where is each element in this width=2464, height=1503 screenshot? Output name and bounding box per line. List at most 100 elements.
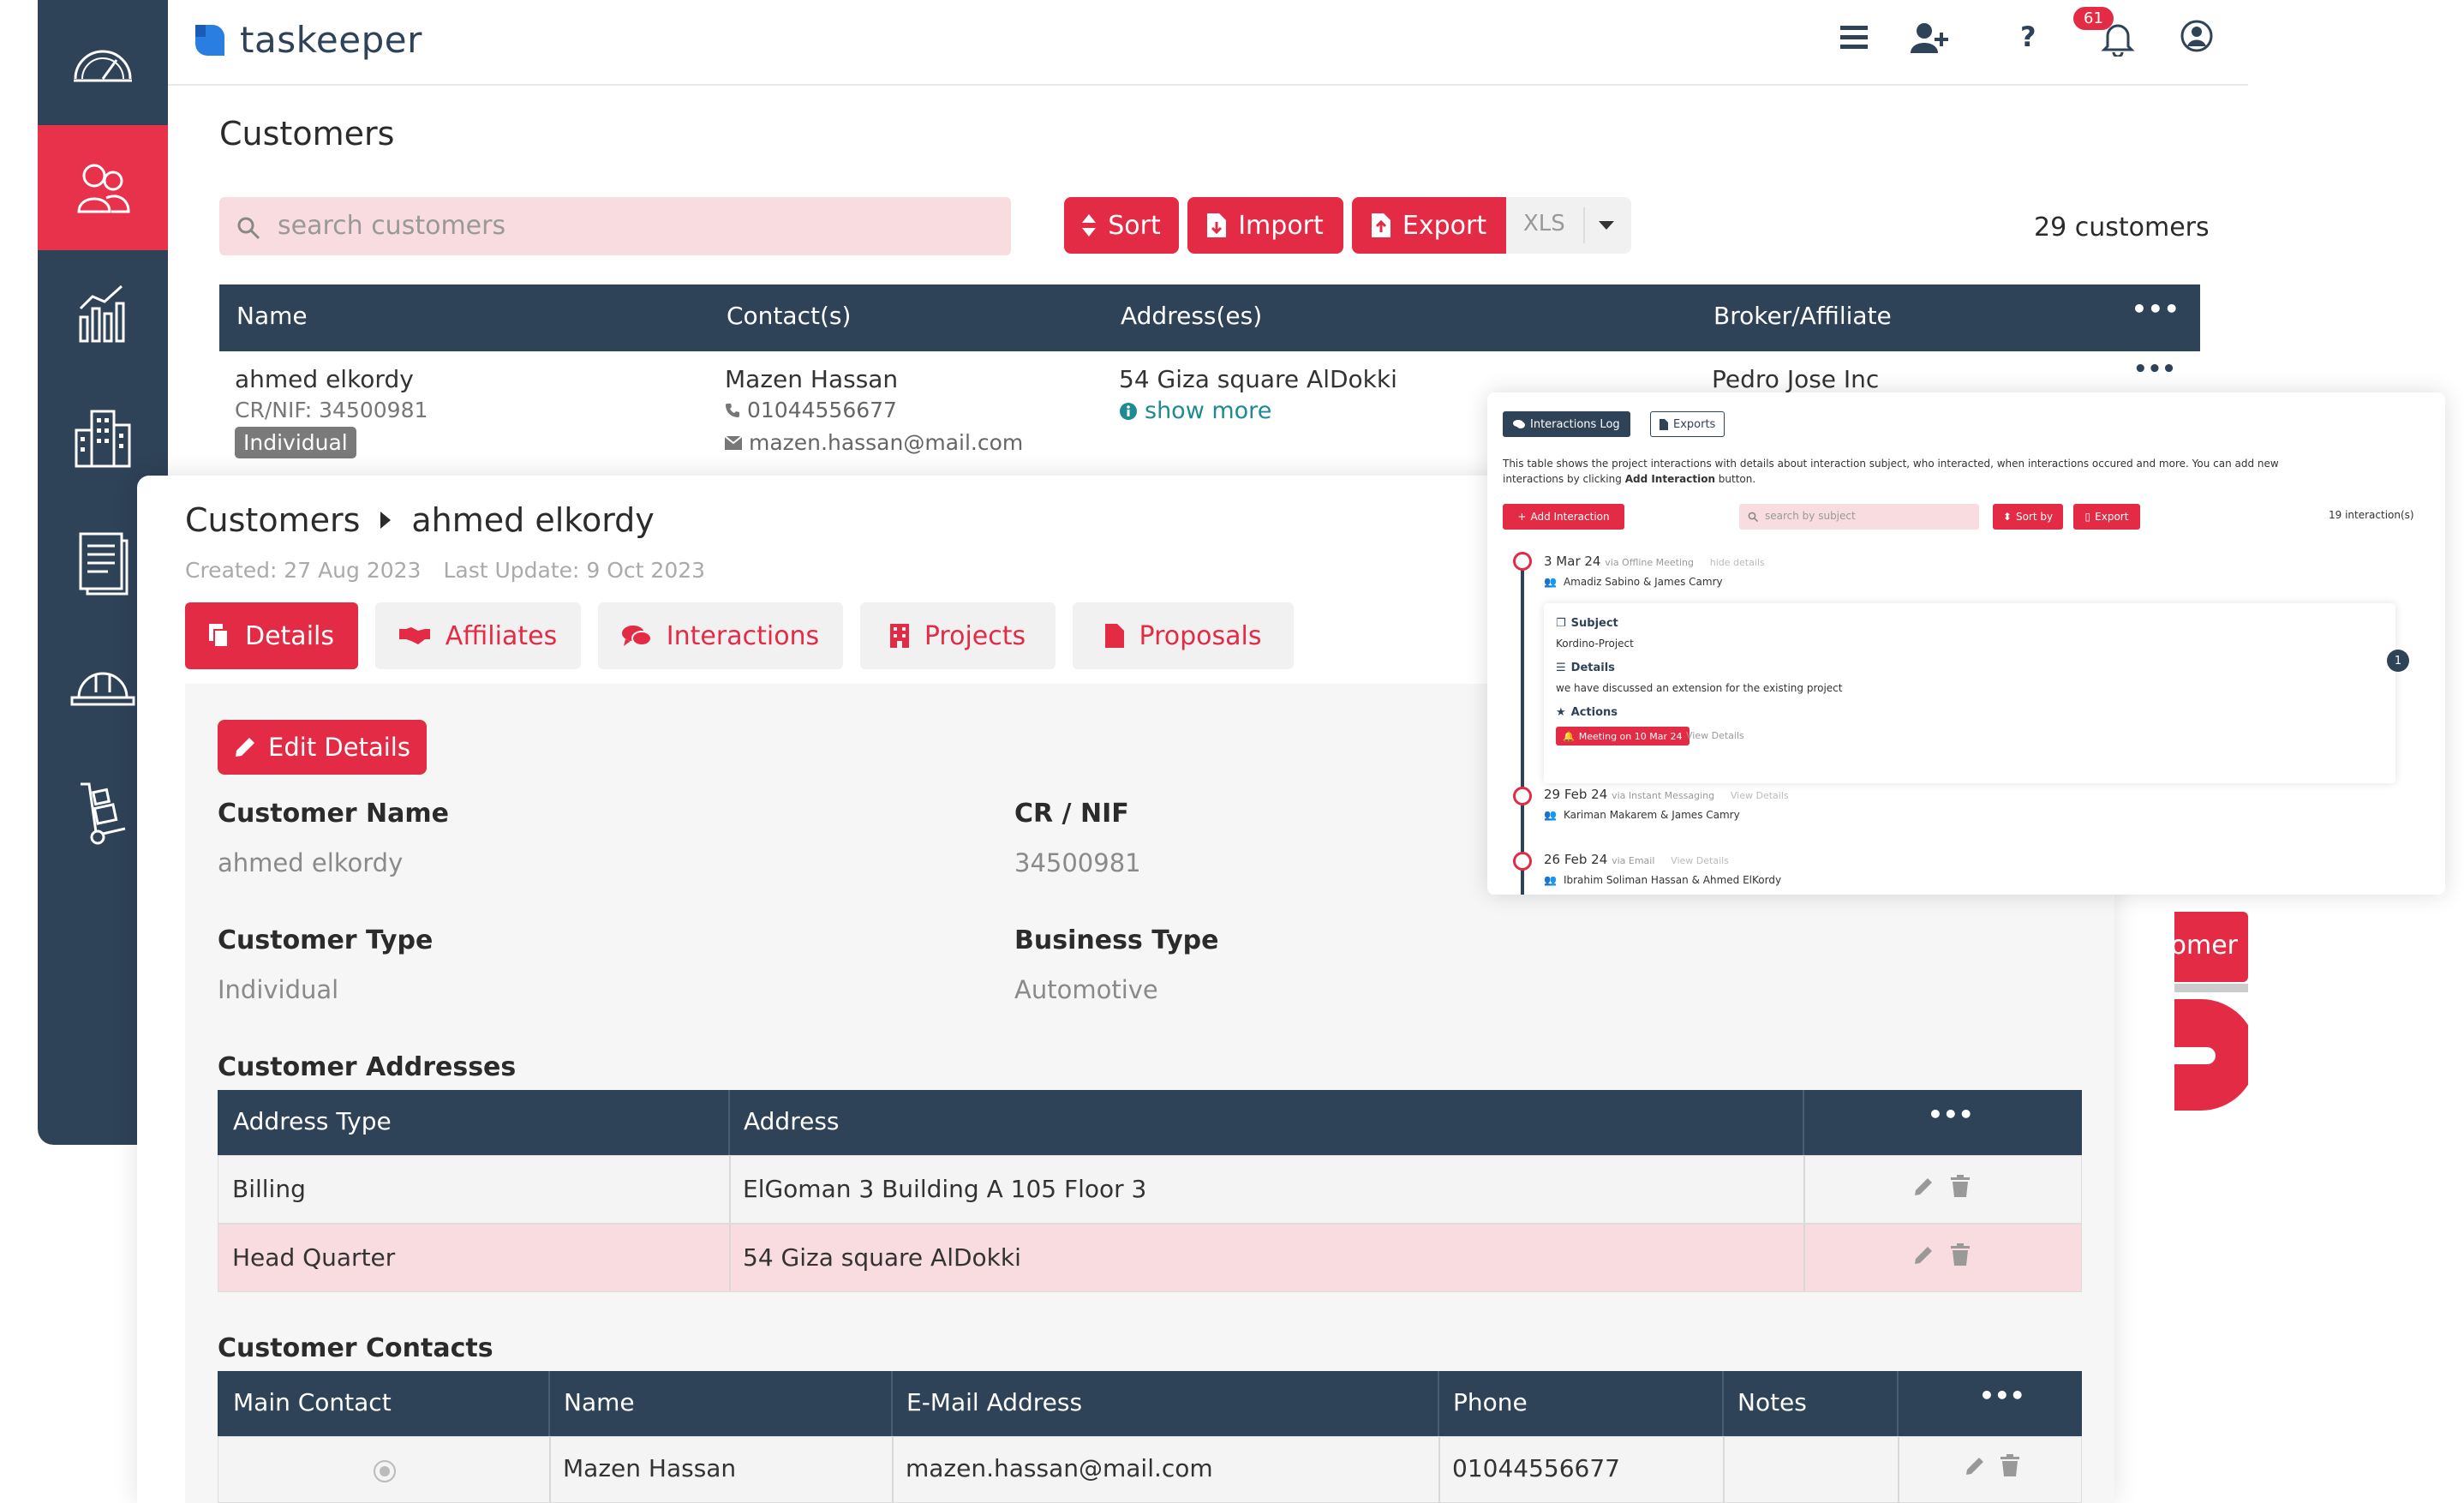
profile-button[interactable] bbox=[2180, 19, 2214, 53]
caret-down-icon bbox=[1599, 221, 1614, 230]
column-header-name[interactable]: Name bbox=[236, 302, 308, 330]
comments-icon bbox=[621, 626, 651, 646]
tab-exports-label: Exports bbox=[1673, 417, 1716, 431]
action-badge[interactable]: 🔔 Meeting on 10 Mar 24 bbox=[1556, 727, 1690, 746]
add-customer-button[interactable]: omer bbox=[2171, 912, 2248, 982]
breadcrumb-current: ahmed elkordy bbox=[411, 501, 655, 539]
customers-icon bbox=[77, 164, 130, 213]
interaction-entry[interactable]: 29 Feb 24 via Instant Messaging View Det… bbox=[1544, 787, 1789, 802]
sort-icon bbox=[1082, 214, 1097, 237]
notification-count-badge: 61 bbox=[2073, 7, 2114, 30]
address-cell: ElGoman 3 Building A 105 Floor 3 bbox=[743, 1175, 1147, 1203]
customer-type-value: Individual bbox=[218, 975, 339, 1004]
search-by-subject-input[interactable]: search by subject bbox=[1739, 504, 1979, 530]
view-details-link[interactable]: View Details bbox=[1671, 855, 1729, 866]
main-contact-radio[interactable] bbox=[373, 1459, 397, 1483]
export-interactions-button[interactable]: ▯ Export bbox=[2073, 504, 2140, 530]
bell-icon: 🔔 bbox=[1563, 730, 1575, 742]
column-header-contacts[interactable]: Contact(s) bbox=[727, 302, 851, 330]
edit-pencil-icon[interactable] bbox=[1913, 1245, 1934, 1266]
customer-cr: CR/NIF: 34500981 bbox=[235, 398, 428, 422]
table-options-icon[interactable]: ••• bbox=[1979, 1381, 2025, 1410]
menu-button[interactable] bbox=[1839, 24, 1869, 51]
customer-name[interactable]: ahmed elkordy bbox=[235, 365, 414, 393]
table-options-icon[interactable]: ••• bbox=[2132, 295, 2180, 323]
users-icon: 👥 bbox=[1544, 874, 1557, 886]
sidebar-item-dashboard[interactable] bbox=[38, 0, 168, 125]
subject-value: Kordino-Project bbox=[1556, 638, 1634, 650]
table-row[interactable]: Head Quarter 54 Giza square AlDokki bbox=[218, 1224, 2082, 1292]
column-header-addresses[interactable]: Address(es) bbox=[1121, 302, 1262, 330]
tab-interactions[interactable]: Interactions bbox=[598, 602, 843, 669]
hide-details-link[interactable]: hide details bbox=[1710, 557, 1765, 568]
edit-details-label: Edit Details bbox=[268, 733, 410, 762]
table-row[interactable]: Billing ElGoman 3 Building A 105 Floor 3 bbox=[218, 1155, 2082, 1224]
timeline-line bbox=[1521, 560, 1524, 895]
copy-files-icon: ❐ bbox=[1556, 617, 1566, 630]
interaction-entry[interactable]: 3 Mar 24 via Offline Meeting hide detail… bbox=[1544, 554, 1765, 569]
sort-by-button[interactable]: ⬍ Sort by bbox=[1993, 504, 2063, 530]
business-type-value: Automotive bbox=[1014, 975, 1158, 1004]
tab-proposals[interactable]: Proposals bbox=[1073, 602, 1294, 669]
interaction-date: 26 Feb 24 bbox=[1544, 852, 1608, 867]
analytics-chart-icon bbox=[79, 284, 125, 343]
sidebar-item-customers[interactable] bbox=[38, 125, 168, 250]
address-type-cell: Billing bbox=[232, 1175, 306, 1203]
table-options-icon[interactable]: ••• bbox=[1928, 1100, 1974, 1129]
tab-exports[interactable]: Exports bbox=[1650, 411, 1725, 437]
table-row[interactable]: Mazen Hassan mazen.hassan@mail.com 01044… bbox=[218, 1436, 2082, 1503]
tab-projects-label: Projects bbox=[924, 620, 1026, 651]
interaction-people: 👥 Ibrahim Soliman Hassan & Ahmed ElKordy bbox=[1544, 874, 1782, 886]
tab-details[interactable]: Details bbox=[185, 602, 358, 669]
interaction-details-card: ❐ Subject Kordino-Project ☰ Details we hav… bbox=[1544, 603, 2395, 783]
export-format-select[interactable]: XLS bbox=[1506, 197, 1631, 254]
edit-pencil-icon[interactable] bbox=[1965, 1456, 1985, 1476]
column-header-contact-name: Name bbox=[564, 1388, 635, 1416]
contact-email-value: mazen.hassan@mail.com bbox=[749, 430, 1024, 455]
delete-trash-icon[interactable] bbox=[2001, 1454, 2019, 1476]
sidebar-item-analytics[interactable] bbox=[38, 250, 168, 375]
column-header-notes: Notes bbox=[1737, 1388, 1807, 1416]
pencil-icon bbox=[236, 738, 255, 757]
interaction-via: via Instant Messaging bbox=[1612, 790, 1715, 801]
show-more-link[interactable]: show more bbox=[1119, 398, 1271, 424]
search-customers-input[interactable]: search customers bbox=[219, 197, 1011, 255]
timeline-dot bbox=[1513, 787, 1532, 805]
tab-affiliates[interactable]: Affiliates bbox=[375, 602, 581, 669]
delete-trash-icon[interactable] bbox=[1951, 1243, 1970, 1266]
buildings-icon bbox=[75, 410, 131, 468]
customer-type-badge: Individual bbox=[235, 427, 356, 458]
add-user-icon bbox=[1911, 23, 1948, 53]
delete-trash-icon[interactable] bbox=[1951, 1175, 1970, 1197]
users-icon: 👥 bbox=[1544, 576, 1557, 588]
export-button[interactable]: Export bbox=[1352, 197, 1506, 254]
edit-details-button[interactable]: Edit Details bbox=[218, 720, 427, 775]
page-indicator-badge[interactable]: 1 bbox=[2387, 650, 2409, 672]
add-user-button[interactable] bbox=[1911, 21, 1950, 55]
import-button[interactable]: Import bbox=[1187, 197, 1343, 254]
interaction-via: via Email bbox=[1612, 855, 1655, 866]
tab-projects[interactable]: Projects bbox=[860, 602, 1056, 669]
edit-pencil-icon[interactable] bbox=[1913, 1177, 1934, 1197]
file-export-icon: ▯ bbox=[2084, 511, 2091, 523]
row-options-icon[interactable]: ••• bbox=[2133, 356, 2176, 382]
hand-truck-icon bbox=[81, 782, 126, 845]
record-dates: Created: 27 Aug 2023 Last Update: 9 Oct … bbox=[185, 558, 705, 583]
column-header-email: E-Mail Address bbox=[906, 1388, 1083, 1416]
view-details-link[interactable]: View Details bbox=[1686, 730, 1744, 741]
interactions-log-window: Interactions Log Exports This table show… bbox=[1487, 392, 2445, 895]
add-interaction-button[interactable]: + Add Interaction bbox=[1503, 504, 1624, 530]
breadcrumb-customers[interactable]: Customers bbox=[185, 501, 360, 539]
brand-logo[interactable]: taskeeper bbox=[190, 19, 422, 61]
help-button[interactable]: ? bbox=[2020, 21, 2036, 53]
column-header-phone: Phone bbox=[1453, 1388, 1528, 1416]
tab-interactions-log[interactable]: Interactions Log bbox=[1503, 411, 1630, 437]
sort-by-label: Sort by bbox=[2015, 511, 2054, 523]
column-header-broker[interactable]: Broker/Affiliate bbox=[1713, 302, 1892, 330]
tab-interactions-log-label: Interactions Log bbox=[1530, 417, 1620, 431]
customer-name-value: ahmed elkordy bbox=[218, 848, 404, 877]
comments-icon bbox=[1513, 420, 1525, 428]
sort-button[interactable]: Sort bbox=[1064, 197, 1179, 254]
interaction-entry[interactable]: 26 Feb 24 via Email View Details bbox=[1544, 852, 1729, 867]
view-details-link[interactable]: View Details bbox=[1731, 790, 1789, 801]
